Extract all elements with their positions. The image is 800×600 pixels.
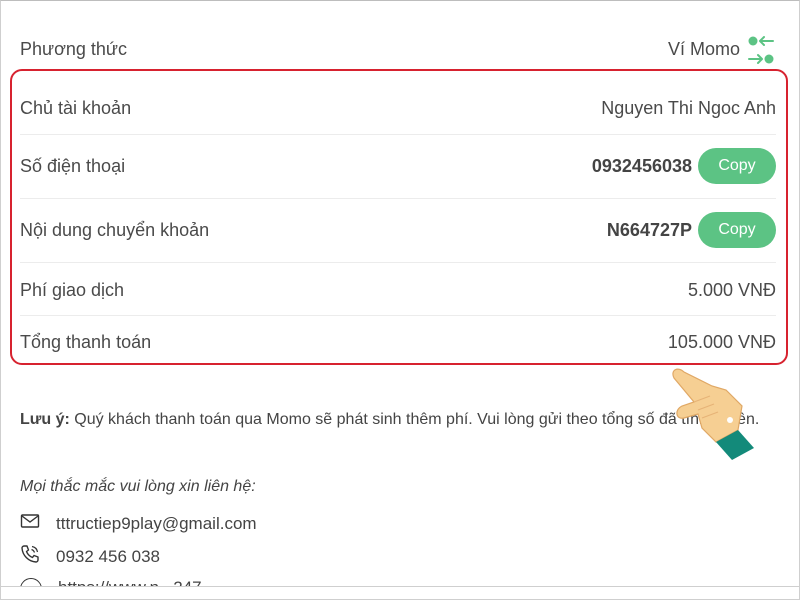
account-holder-value: Nguyen Thi Ngoc Anh	[601, 97, 776, 118]
note-text: Quý khách thanh toán qua Momo sẽ phát si…	[69, 411, 760, 428]
total-payment-label: Tổng thanh toán	[20, 331, 152, 352]
contact-website-cut: https://www.n...247	[20, 578, 202, 586]
divider	[20, 134, 776, 135]
payment-method-row: Phương thức Ví Momo	[20, 30, 776, 68]
contact-website-text[interactable]: https://www.n...247	[58, 578, 202, 586]
copy-transfer-content-button[interactable]: Copy	[698, 212, 776, 248]
pointing-hand-icon	[664, 350, 764, 460]
transfer-content-value-group: N664727P Copy	[607, 212, 776, 248]
transaction-fee-value: 5.000 VNĐ	[687, 279, 776, 300]
contact-email-text[interactable]: tttructiep9play@gmail.com	[56, 514, 257, 534]
mail-icon	[20, 511, 40, 536]
divider	[20, 262, 776, 263]
transaction-fee-row: Phí giao dịch 5.000 VNĐ	[20, 270, 776, 310]
contact-email: tttructiep9play@gmail.com	[20, 511, 257, 536]
account-holder-row: Chủ tài khoản Nguyen Thi Ngoc Anh	[20, 88, 776, 128]
payment-method-label: Phương thức	[20, 38, 127, 59]
globe-icon	[20, 578, 42, 586]
divider	[20, 198, 776, 199]
contact-title: Mọi thắc mắc vui lòng xin liên hệ:	[20, 478, 256, 495]
phone-number-label: Số điện thoại	[20, 155, 126, 176]
transfer-icon	[746, 32, 776, 68]
account-holder-label: Chủ tài khoản	[20, 97, 132, 118]
transaction-fee-label: Phí giao dịch	[20, 279, 125, 300]
transfer-content-label: Nội dung chuyển khoản	[20, 219, 210, 240]
transfer-content-row: Nội dung chuyển khoản N664727P Copy	[20, 210, 776, 250]
payment-method-value: Ví Momo	[668, 31, 776, 67]
divider	[20, 315, 776, 316]
bottom-rule	[0, 586, 800, 587]
phone-icon	[20, 544, 40, 569]
phone-number-value: 0932456038	[591, 155, 692, 176]
copy-phone-button[interactable]: Copy	[698, 148, 776, 184]
total-payment-row: Tổng thanh toán 105.000 VNĐ	[20, 322, 776, 362]
contact-phone: 0932 456 038	[20, 544, 160, 569]
phone-number-row: Số điện thoại 0932456038 Copy	[20, 146, 776, 186]
transfer-content-value: N664727P	[606, 219, 692, 240]
phone-number-value-group: 0932456038 Copy	[592, 148, 776, 184]
note-prefix: Lưu ý:	[20, 411, 70, 428]
payment-method-name: Ví Momo	[667, 38, 740, 59]
contact-phone-text[interactable]: 0932 456 038	[56, 547, 160, 567]
